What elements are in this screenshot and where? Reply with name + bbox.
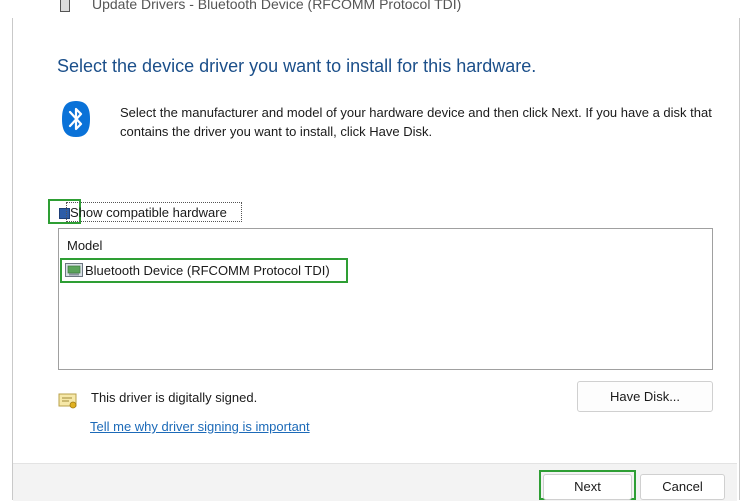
have-disk-button-label: Have Disk... — [609, 389, 681, 404]
have-disk-button[interactable]: Have Disk... — [577, 381, 713, 412]
app-icon — [60, 0, 70, 12]
bluetooth-icon — [62, 101, 90, 137]
driver-signing-link[interactable]: Tell me why driver signing is important — [90, 419, 310, 434]
show-compatible-label[interactable]: Show compatible hardware — [70, 205, 227, 220]
signed-status-text: This driver is digitally signed. — [91, 390, 258, 405]
list-item-label[interactable]: Bluetooth Device (RFCOMM Protocol TDI) — [85, 263, 330, 278]
certificate-icon — [58, 393, 77, 409]
instructions-text: Select the manufacturer and model of you… — [120, 105, 712, 139]
cancel-button[interactable]: Cancel — [640, 474, 725, 500]
next-button[interactable]: Next — [543, 474, 632, 500]
device-driver-icon — [65, 263, 83, 277]
window-title: Update Drivers - Bluetooth Device (RFCOM… — [92, 0, 462, 12]
page-heading: Select the device driver you want to ins… — [57, 56, 537, 76]
model-list[interactable] — [58, 228, 713, 370]
next-button-label: Next — [574, 479, 601, 494]
cancel-button-label: Cancel — [662, 479, 703, 494]
model-column-header: Model — [67, 238, 103, 253]
